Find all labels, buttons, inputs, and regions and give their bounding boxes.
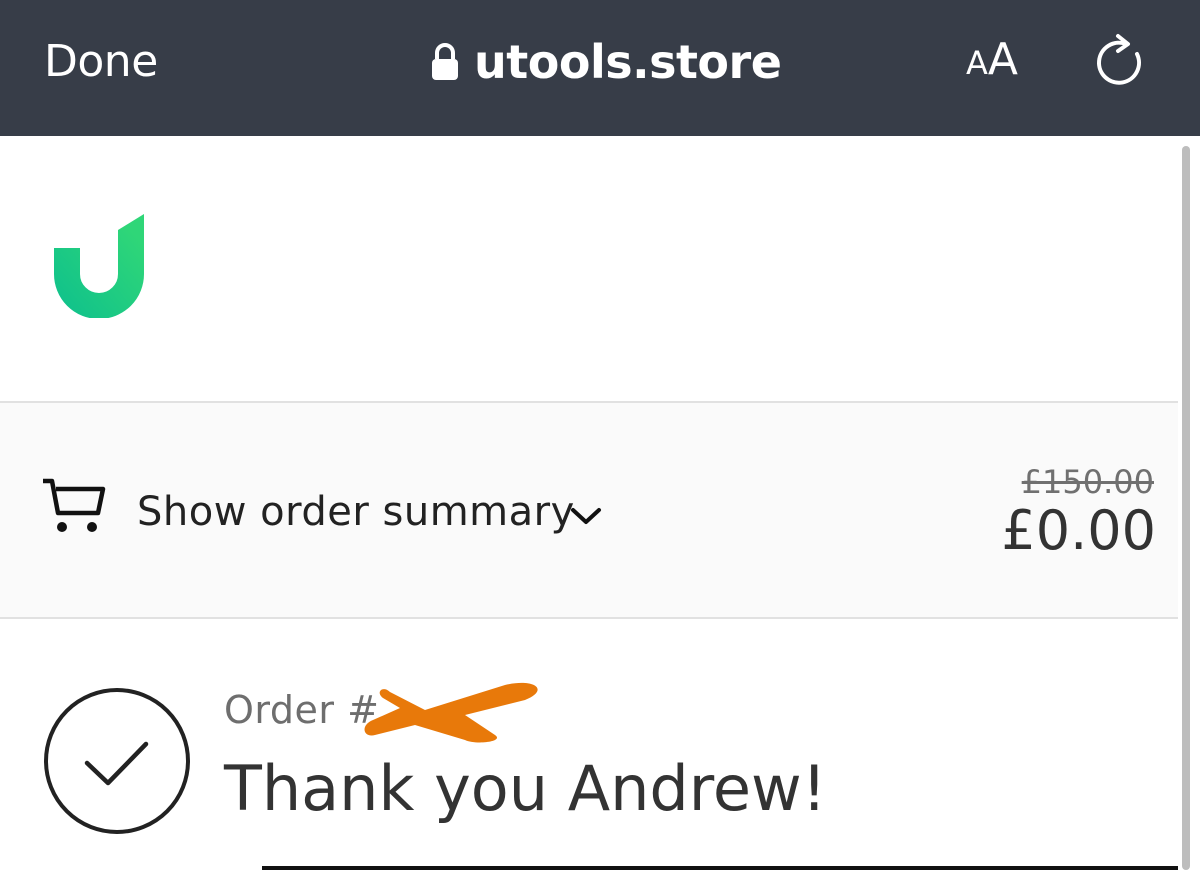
order-summary-label: Show order summary (137, 489, 575, 535)
checkmark-circle-icon (44, 688, 190, 834)
order-summary-toggle[interactable]: Show order summary £150.00 £0.00 (0, 401, 1178, 619)
thank-you-heading: Thank you Andrew! (224, 752, 827, 825)
text-size-large-glyph: A (987, 34, 1018, 85)
scrollbar[interactable] (1182, 146, 1190, 870)
lock-icon (432, 43, 458, 80)
brand-logo[interactable] (50, 208, 154, 318)
chevron-down-icon (571, 508, 601, 524)
address-bar[interactable]: utools.store (430, 32, 782, 92)
text-size-button[interactable]: A A (966, 34, 1018, 85)
original-price: £150.00 (1021, 463, 1154, 501)
cart-icon (43, 478, 106, 532)
divider (262, 866, 1178, 870)
reload-icon[interactable] (1090, 30, 1146, 90)
url-text: utools.store (474, 35, 782, 89)
total-price: £0.00 (1001, 499, 1156, 562)
text-size-small-glyph: A (966, 44, 988, 82)
done-button[interactable]: Done (44, 36, 158, 87)
browser-toolbar: Done utools.store A A (0, 0, 1200, 136)
redaction-scribble (364, 682, 538, 743)
